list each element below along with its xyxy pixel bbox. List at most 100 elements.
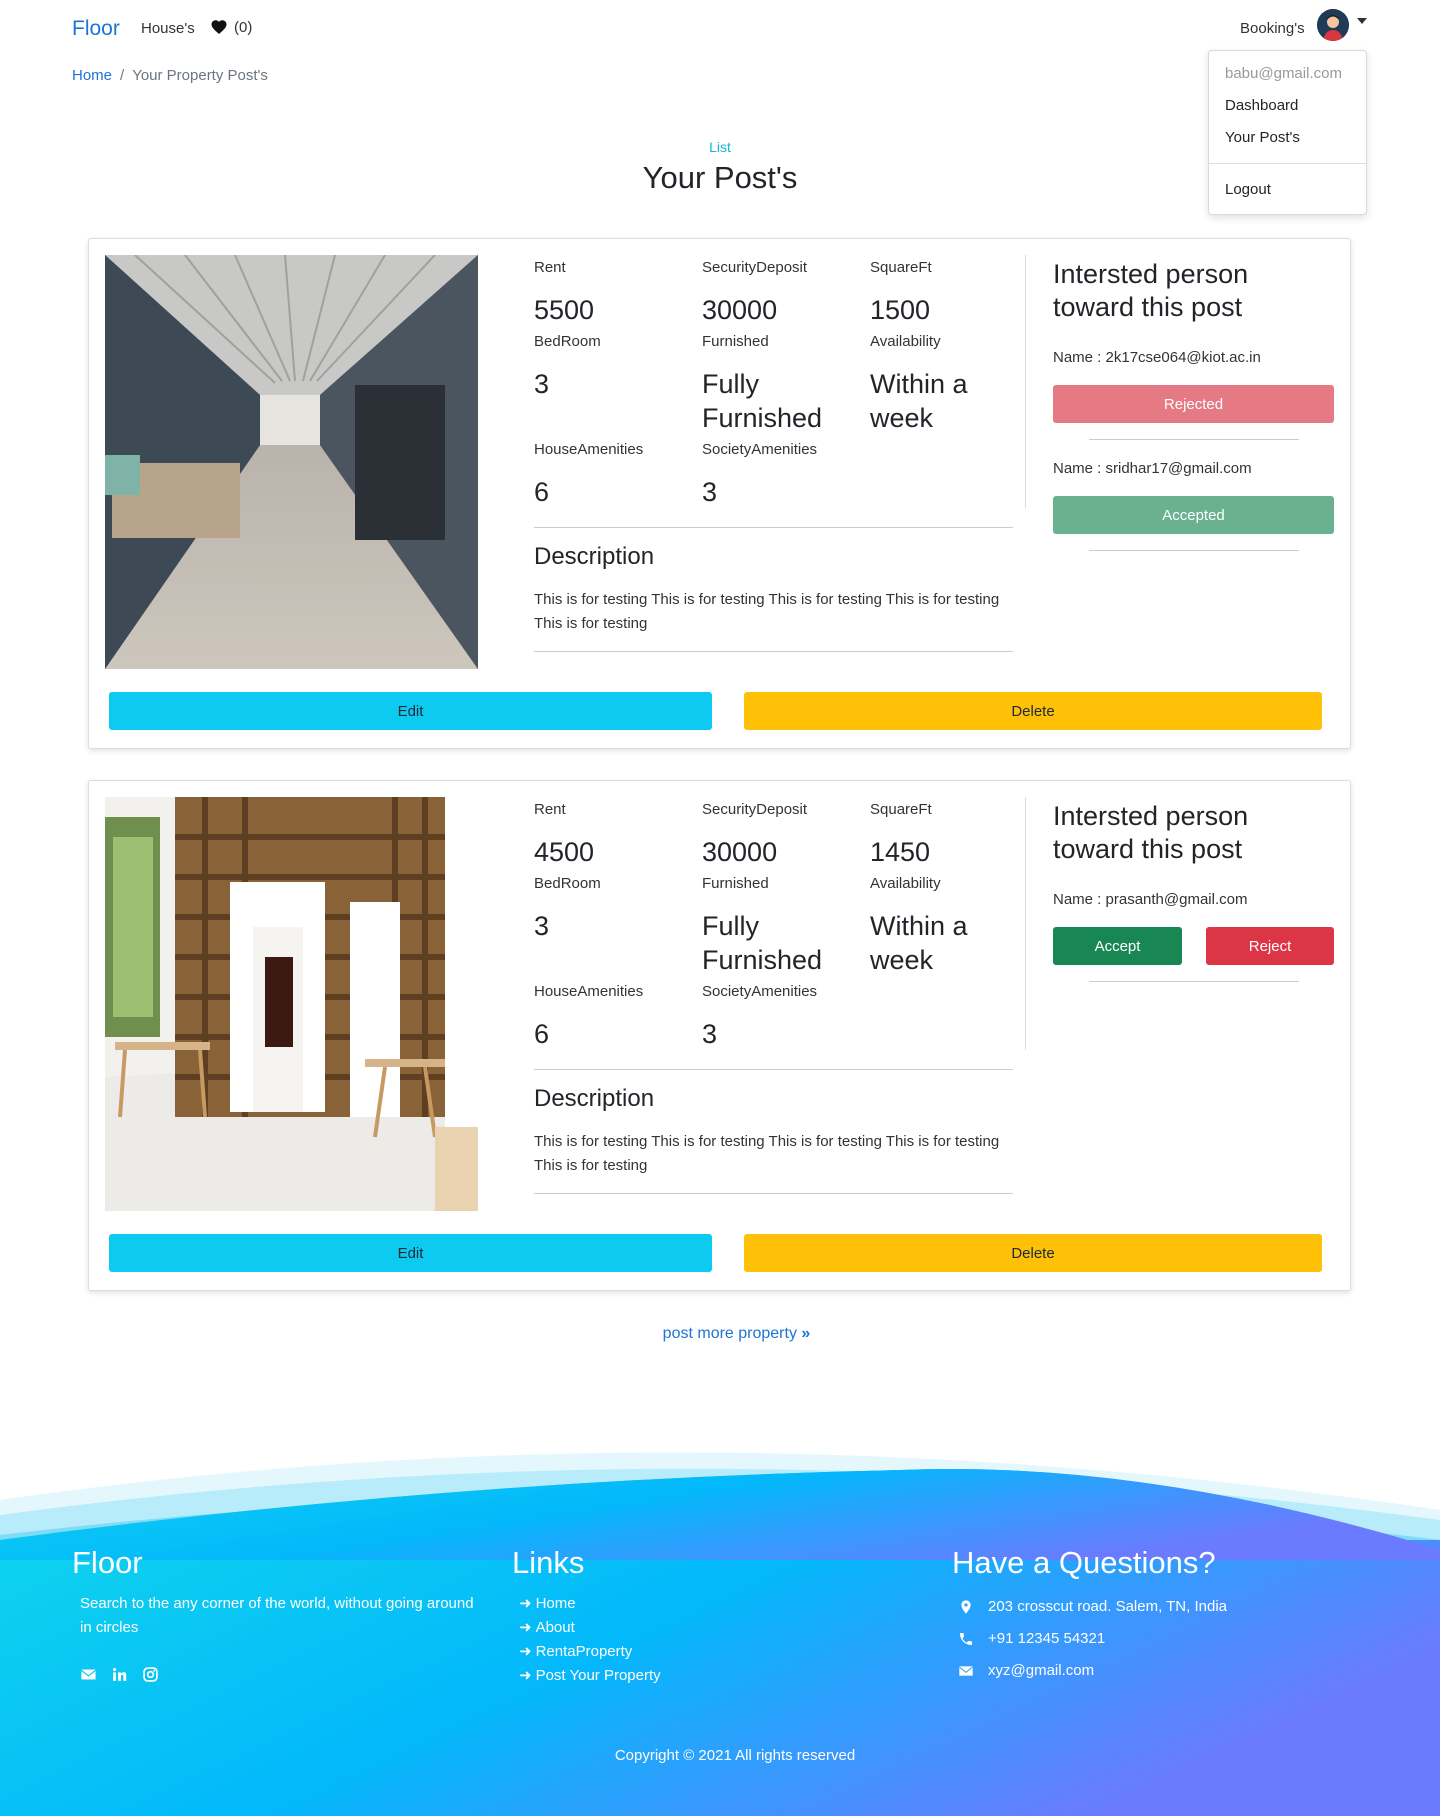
arrow-right-icon: ➜ (519, 1619, 532, 1636)
footer-link-about[interactable]: ➜ About (519, 1616, 661, 1640)
furnished-label: Furnished (702, 875, 769, 892)
footer-social-icons (80, 1666, 159, 1683)
footer-brand: Floor (72, 1545, 143, 1580)
breadcrumb: Home / Your Property Post's (72, 67, 268, 84)
interested-name: Name : prasanth@gmail.com (1053, 891, 1248, 908)
dropdown-dashboard[interactable]: Dashboard (1225, 97, 1298, 114)
edit-button[interactable]: Edit (109, 692, 712, 730)
divider (534, 1069, 1013, 1070)
bedroom-value: 3 (534, 369, 550, 399)
footer-email: xyz@gmail.com (958, 1662, 1094, 1679)
society-amenities-label: SocietyAmenities (702, 441, 818, 458)
user-avatar-icon (1317, 9, 1349, 41)
description-text: This is for testing This is for testing … (534, 1133, 1000, 1174)
post-more-property-label: post more property (662, 1325, 797, 1342)
footer-link-label: RentaProperty (535, 1643, 633, 1660)
property-image (105, 255, 478, 669)
envelope-icon[interactable] (80, 1666, 97, 1683)
delete-button[interactable]: Delete (744, 1234, 1322, 1272)
divider (1089, 550, 1299, 551)
breadcrumb-separator: / (120, 67, 125, 84)
breadcrumb-current: Your Property Post's (132, 67, 268, 84)
bedroom-value: 3 (534, 911, 550, 941)
rent-label: Rent (534, 801, 566, 818)
interested-name: Name : 2k17cse064@kiot.ac.in (1053, 349, 1261, 366)
vertical-divider (1025, 255, 1026, 508)
sqft-value: 1500 (870, 295, 931, 325)
brand-logo[interactable]: Floor (72, 17, 120, 41)
sqft-value: 1450 (870, 837, 931, 867)
arrow-right-icon: ➜ (519, 1667, 532, 1684)
phone-text: +91 12345 54321 (988, 1630, 1106, 1647)
description-title: Description (534, 1085, 655, 1112)
footer-link-label: About (535, 1619, 575, 1636)
edit-button[interactable]: Edit (109, 1234, 712, 1272)
house-amenities-label: HouseAmenities (534, 983, 644, 1000)
post-more-property-link[interactable]: post more property » (0, 1325, 1440, 1343)
divider (534, 651, 1013, 652)
footer-phone: +91 12345 54321 (958, 1630, 1105, 1647)
footer-link-label: Post Your Property (535, 1667, 661, 1684)
footer-link-rent[interactable]: ➜ RentaProperty (519, 1640, 661, 1664)
footer-tagline: Search to the any corner of the world, w… (80, 1595, 474, 1636)
avatar[interactable] (1317, 9, 1349, 41)
rejected-status-button[interactable]: Rejected (1053, 385, 1334, 423)
envelope-icon (959, 1665, 973, 1676)
deposit-value: 30000 (702, 837, 778, 867)
house-amenities-label: HouseAmenities (534, 441, 644, 458)
bedroom-label: BedRoom (534, 333, 601, 350)
email-text: xyz@gmail.com (988, 1662, 1095, 1679)
section-tag: List (709, 139, 731, 155)
society-amenities-value: 3 (702, 477, 718, 507)
reject-button[interactable]: Reject (1206, 927, 1334, 965)
furnished-label: Furnished (702, 333, 769, 350)
arrow-right-icon: ➜ (519, 1643, 532, 1660)
footer-address: 203 crosscut road. Salem, TN, India (958, 1598, 1227, 1615)
delete-button[interactable]: Delete (744, 692, 1322, 730)
sqft-label: SquareFt (870, 259, 932, 276)
property-card: Rent SecurityDeposit SquareFt 4500 30000… (88, 780, 1351, 1291)
society-amenities-value: 3 (702, 1019, 718, 1049)
interested-name: Name : sridhar17@gmail.com (1053, 460, 1252, 477)
nav-houses-link[interactable]: House's (141, 20, 195, 37)
vertical-divider (1025, 797, 1026, 1050)
furnished-value: Fully Furnished (702, 911, 823, 975)
property-image (105, 797, 478, 1211)
interested-title: Intersted person toward this post (1053, 259, 1249, 322)
divider (1089, 981, 1299, 982)
double-chevron-right-icon: » (801, 1325, 810, 1342)
availability-value: Within a week (870, 911, 968, 975)
accepted-status-button[interactable]: Accepted (1053, 496, 1334, 534)
availability-value: Within a week (870, 369, 968, 433)
accept-button[interactable]: Accept (1053, 927, 1182, 965)
map-marker-icon (961, 1599, 971, 1614)
dropdown-email: babu@gmail.com (1225, 65, 1342, 82)
nav-favorites-link[interactable]: (0) (210, 18, 252, 36)
chevron-down-icon[interactable] (1357, 18, 1367, 24)
divider (534, 527, 1013, 528)
house-amenities-value: 6 (534, 477, 550, 507)
deposit-label: SecurityDeposit (702, 801, 808, 818)
rent-value: 4500 (534, 837, 595, 867)
breadcrumb-home[interactable]: Home (72, 67, 112, 84)
nav-bookings-link[interactable]: Booking's (1240, 20, 1305, 37)
divider (534, 1193, 1013, 1194)
footer-copyright: Copyright © 2021 All rights reserved (614, 1747, 856, 1764)
footer-links-title: Links (512, 1545, 585, 1580)
arrow-right-icon: ➜ (519, 1595, 532, 1612)
footer-questions-title: Have a Questions? (952, 1545, 1216, 1580)
house-amenities-value: 6 (534, 1019, 550, 1049)
instagram-icon[interactable] (142, 1666, 159, 1683)
availability-label: Availability (870, 333, 941, 350)
furnished-value: Fully Furnished (702, 369, 823, 433)
favorites-count: (0) (234, 18, 253, 36)
description-title: Description (534, 543, 655, 570)
description-text: This is for testing This is for testing … (534, 591, 1000, 632)
footer-link-home[interactable]: ➜ Home (519, 1592, 661, 1616)
phone-icon (960, 1632, 972, 1645)
linkedin-icon[interactable] (111, 1666, 128, 1683)
sqft-label: SquareFt (870, 801, 932, 818)
footer-links: ➜ Home ➜ About ➜ RentaProperty ➜ Post Your P… (519, 1592, 661, 1688)
footer-link-post[interactable]: ➜ Post Your Property (519, 1664, 661, 1688)
rent-value: 5500 (534, 295, 595, 325)
